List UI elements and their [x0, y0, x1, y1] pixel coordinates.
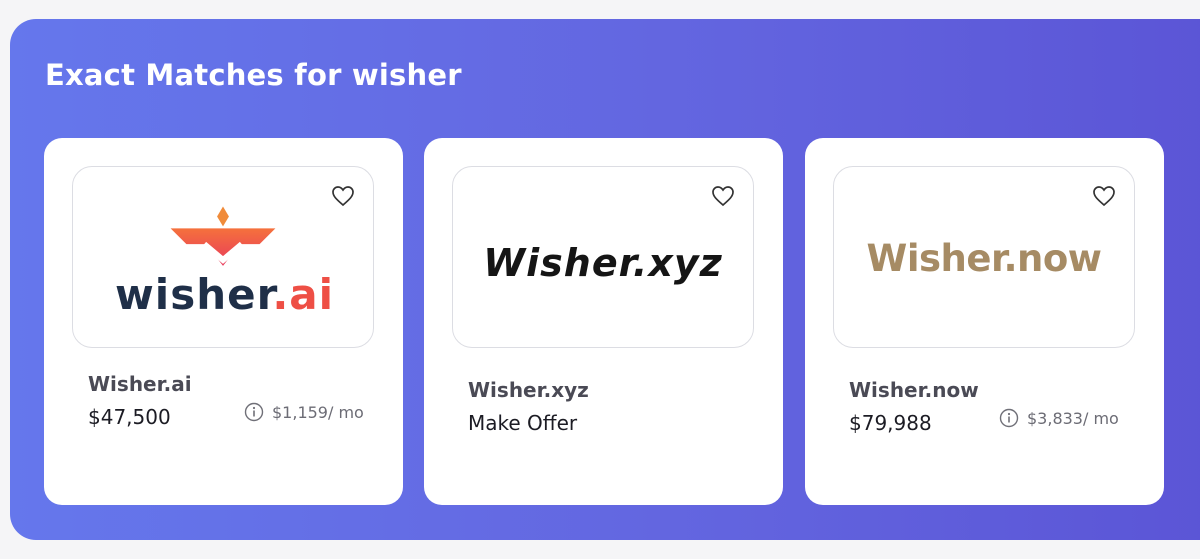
section-title: Exact Matches for wisher: [45, 58, 462, 92]
monthly-price: $1,159/ mo: [244, 402, 364, 422]
domain-logo: Wisher.now: [833, 166, 1135, 348]
logo-wordmark: wisher.ai: [115, 270, 335, 319]
domain-name[interactable]: Wisher.ai: [88, 372, 192, 396]
logo-wordmark: Wisher.now: [866, 237, 1102, 280]
make-offer-label[interactable]: Make Offer: [468, 411, 577, 435]
heart-icon[interactable]: [331, 185, 355, 207]
domain-price: $79,988: [849, 411, 932, 435]
domain-name[interactable]: Wisher.xyz: [468, 378, 589, 402]
domain-card[interactable]: Wisher.now Wisher.now $79,988 $3,833/ mo: [805, 138, 1164, 505]
domain-logo: wisher.ai: [72, 166, 374, 348]
domain-card[interactable]: Wisher.xyz Wisher.xyz Make Offer: [424, 138, 783, 505]
monthly-price: $3,833/ mo: [999, 408, 1119, 428]
heart-icon[interactable]: [1092, 185, 1116, 207]
info-icon[interactable]: [244, 402, 264, 422]
crown-logo-icon: [170, 206, 276, 266]
domain-name[interactable]: Wisher.now: [849, 378, 979, 402]
logo-wordmark: Wisher.xyz: [483, 241, 723, 285]
domain-price: $47,500: [88, 405, 171, 429]
info-icon[interactable]: [999, 408, 1019, 428]
domain-card[interactable]: wisher.ai Wisher.ai $47,500 $1,159/ mo: [44, 138, 403, 505]
heart-icon[interactable]: [711, 185, 735, 207]
domain-logo: Wisher.xyz: [452, 166, 754, 348]
